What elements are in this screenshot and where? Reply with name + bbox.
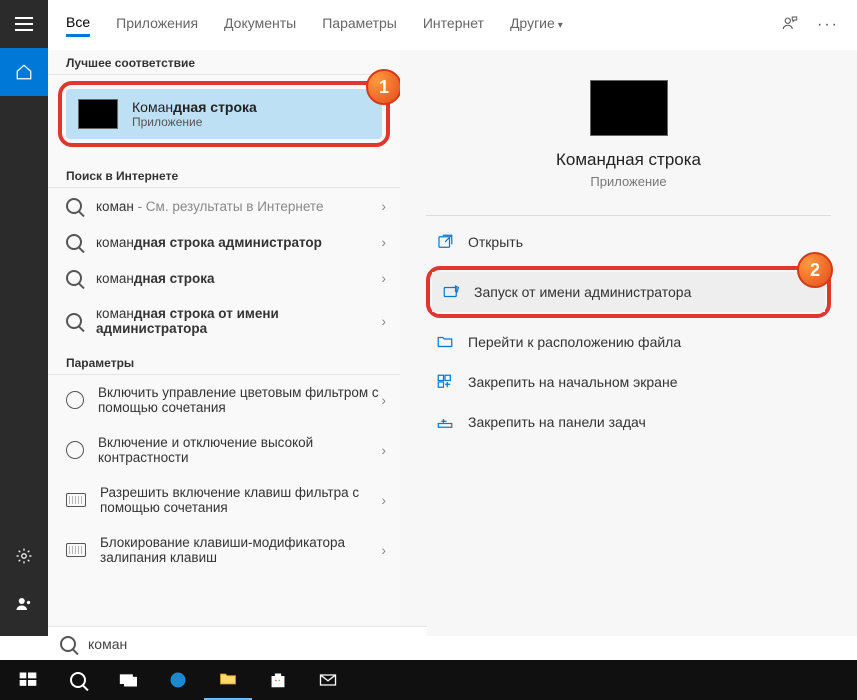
search-query-text: коман bbox=[88, 636, 127, 652]
action-pin-start[interactable]: Закрепить на начальном экране bbox=[426, 362, 831, 402]
callout-badge-1: 1 bbox=[366, 69, 400, 105]
person-feedback-icon bbox=[781, 14, 799, 32]
open-icon bbox=[436, 233, 454, 251]
callout-badge-2: 2 bbox=[797, 252, 833, 288]
cmd-icon bbox=[78, 99, 118, 129]
windows-icon bbox=[18, 670, 38, 690]
action-open[interactable]: Открыть bbox=[426, 222, 831, 262]
account-button[interactable] bbox=[0, 580, 48, 628]
search-icon bbox=[60, 636, 76, 652]
home-button[interactable] bbox=[0, 48, 48, 96]
user-icon bbox=[15, 595, 33, 613]
store-icon bbox=[268, 670, 288, 690]
hamburger-icon bbox=[15, 23, 33, 25]
taskbar-mail[interactable] bbox=[304, 660, 352, 700]
taskview-icon bbox=[118, 670, 138, 690]
best-match-title: Командная строка bbox=[132, 99, 257, 115]
mail-icon bbox=[318, 670, 338, 690]
chevron-right-icon: › bbox=[381, 313, 386, 329]
section-settings: Параметры bbox=[48, 346, 400, 375]
chevron-down-icon: ▾ bbox=[558, 20, 563, 31]
settings-result-3[interactable]: Блокирование клавиши-модификатора залипа… bbox=[48, 525, 400, 575]
tab-other[interactable]: Другие▾ bbox=[510, 15, 563, 35]
chevron-right-icon: › bbox=[381, 542, 386, 558]
settings-result-2[interactable]: Разрешить включение клавиш фильтра с пом… bbox=[48, 475, 400, 525]
action-run-as-admin[interactable]: Запуск от имени администратора bbox=[432, 272, 825, 312]
tab-apps[interactable]: Приложения bbox=[116, 15, 198, 35]
section-best-match: Лучшее соответствие bbox=[48, 50, 400, 75]
web-result-3[interactable]: командная строка от имени администратора… bbox=[48, 296, 400, 346]
tab-internet[interactable]: Интернет bbox=[423, 15, 484, 35]
shield-admin-icon bbox=[442, 283, 460, 301]
edge-icon bbox=[168, 670, 188, 690]
tab-docs[interactable]: Документы bbox=[224, 15, 296, 35]
section-web: Поиск в Интернете bbox=[48, 159, 400, 188]
web-result-1[interactable]: командная строка администратор › bbox=[48, 224, 400, 260]
palette-icon bbox=[66, 391, 84, 409]
web-result-2[interactable]: командная строка › bbox=[48, 260, 400, 296]
results-column: Лучшее соответствие 1 Командная строка П… bbox=[48, 50, 400, 636]
taskbar-search[interactable] bbox=[54, 660, 102, 700]
callout-1-outline: 1 Командная строка Приложение bbox=[58, 81, 390, 147]
search-panel: Лучшее соответствие 1 Командная строка П… bbox=[48, 50, 857, 636]
action-open-location[interactable]: Перейти к расположению файла bbox=[426, 322, 831, 362]
search-icon bbox=[66, 234, 82, 250]
chevron-right-icon: › bbox=[381, 442, 386, 458]
search-icon bbox=[66, 198, 82, 214]
menu-button[interactable] bbox=[0, 0, 48, 48]
search-icon bbox=[66, 270, 82, 286]
callout-2-outline: 2 Запуск от имени администратора bbox=[426, 266, 831, 318]
taskbar-store[interactable] bbox=[254, 660, 302, 700]
start-button[interactable] bbox=[4, 660, 52, 700]
chevron-right-icon: › bbox=[381, 392, 386, 408]
tab-all[interactable]: Все bbox=[66, 14, 90, 37]
detail-subtitle: Приложение bbox=[426, 174, 831, 189]
gear-icon bbox=[15, 547, 33, 565]
search-icon bbox=[66, 313, 82, 329]
result-detail-pane: Командная строка Приложение Открыть 2 За… bbox=[400, 50, 857, 636]
detail-title: Командная строка bbox=[426, 150, 831, 170]
divider bbox=[426, 215, 831, 216]
folder-icon bbox=[436, 333, 454, 351]
web-result-0[interactable]: коман - См. результаты в Интернете › bbox=[48, 188, 400, 224]
best-match-result[interactable]: Командная строка Приложение bbox=[66, 89, 382, 139]
search-scope-tabs: Все Приложения Документы Параметры Интер… bbox=[48, 0, 857, 50]
feedback-button[interactable] bbox=[781, 14, 799, 37]
start-left-rail bbox=[0, 0, 48, 636]
keyboard-icon bbox=[66, 493, 86, 507]
app-icon-large bbox=[590, 80, 668, 136]
taskbar-edge[interactable] bbox=[154, 660, 202, 700]
action-pin-taskbar[interactable]: Закрепить на панели задач bbox=[426, 402, 831, 442]
taskbar bbox=[0, 660, 857, 700]
chevron-right-icon: › bbox=[381, 234, 386, 250]
chevron-right-icon: › bbox=[381, 492, 386, 508]
task-view[interactable] bbox=[104, 660, 152, 700]
chevron-right-icon: › bbox=[381, 198, 386, 214]
settings-result-0[interactable]: Включить управление цветовым фильтром с … bbox=[48, 375, 400, 425]
settings-button[interactable] bbox=[0, 532, 48, 580]
search-input-bar[interactable]: коман bbox=[48, 626, 427, 660]
search-icon bbox=[70, 672, 86, 688]
pin-taskbar-icon bbox=[436, 413, 454, 431]
pin-start-icon bbox=[436, 373, 454, 391]
home-icon bbox=[15, 63, 33, 81]
taskbar-explorer[interactable] bbox=[204, 660, 252, 700]
settings-result-1[interactable]: Включение и отключение высокой контрастн… bbox=[48, 425, 400, 475]
palette-icon bbox=[66, 441, 84, 459]
chevron-right-icon: › bbox=[381, 270, 386, 286]
keyboard-icon bbox=[66, 543, 86, 557]
more-button[interactable]: ··· bbox=[817, 16, 839, 34]
folder-icon bbox=[218, 669, 238, 689]
tab-settings[interactable]: Параметры bbox=[322, 15, 397, 35]
best-match-subtitle: Приложение bbox=[132, 115, 257, 129]
